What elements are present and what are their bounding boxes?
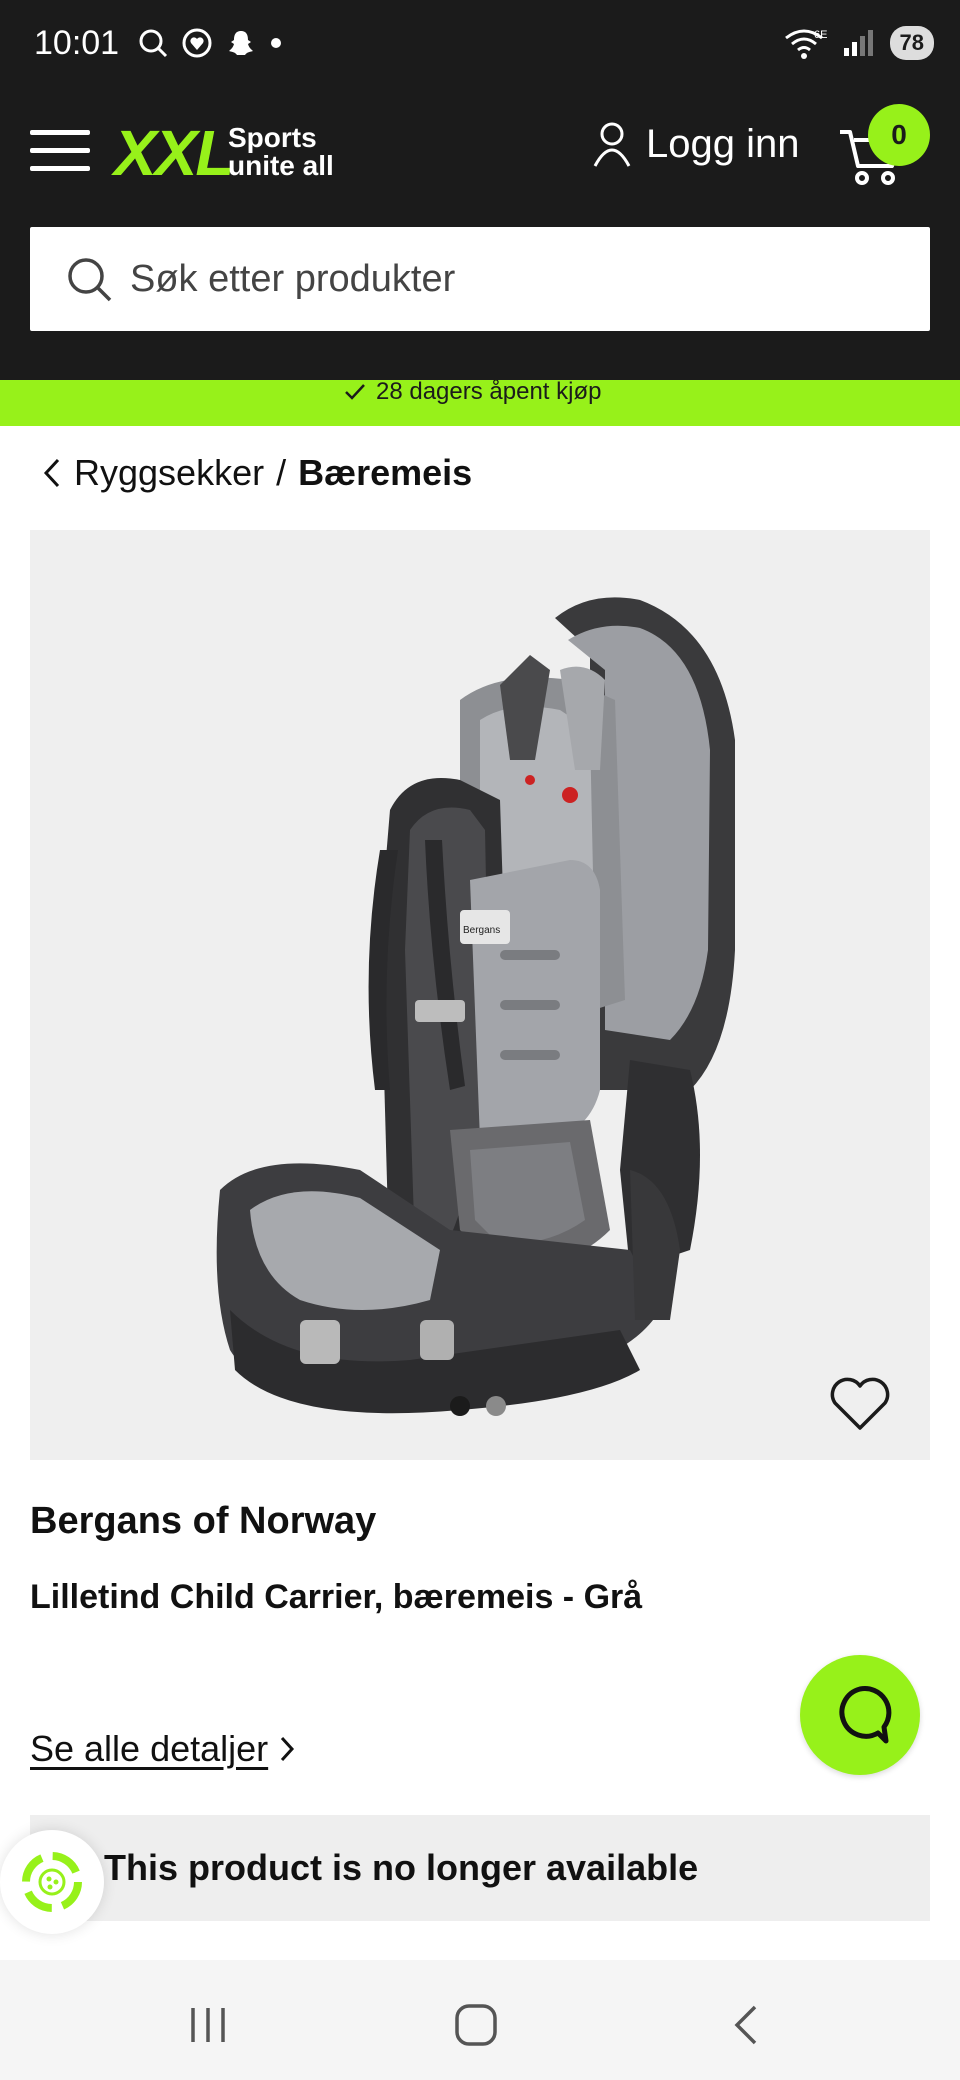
signal-icon <box>843 30 873 56</box>
recent-apps-button[interactable] <box>178 2000 238 2050</box>
promo-content: 28 dagers åpent kjøp <box>344 380 601 406</box>
details-link-label[interactable]: Se alle detaljer <box>30 1728 268 1770</box>
product-image-gallery[interactable]: Bergans <box>30 530 930 1460</box>
product-brand[interactable]: Bergans of Norway <box>30 1500 376 1543</box>
breadcrumb-current: Bæremeis <box>298 452 473 493</box>
promo-banner: 28 dagers åpent kjøp <box>0 380 960 426</box>
availability-message: This product is no longer available <box>104 1847 699 1888</box>
hamburger-icon[interactable] <box>30 130 90 174</box>
check-icon <box>345 384 365 400</box>
product-name: Lilletind Child Carrier, bæremeis - Grå <box>30 1578 643 1616</box>
battery-indicator: 78 <box>889 26 934 60</box>
promo-text: 28 dagers åpent kjøp <box>376 380 602 405</box>
chat-icon <box>839 1686 892 1744</box>
tagline-line2: unite all <box>228 150 334 181</box>
snapchat-icon <box>229 31 253 55</box>
pagination-dot[interactable] <box>486 1396 506 1416</box>
svg-text:6E: 6E <box>814 29 827 41</box>
login-button[interactable]: Logg inn <box>592 120 799 168</box>
system-icons: 6E 78 <box>784 26 934 60</box>
logo[interactable]: XXL <box>114 116 234 190</box>
search-notification-icon <box>139 29 168 58</box>
home-button[interactable] <box>446 2000 506 2050</box>
wifi-icon: 6E <box>784 29 827 59</box>
back-button[interactable] <box>716 2000 776 2050</box>
back-icon <box>734 2005 757 2045</box>
system-nav-bar <box>0 1960 960 2080</box>
chevron-right-icon <box>281 1736 295 1762</box>
logo-tagline: Sports unite all <box>228 124 334 180</box>
see-all-details-link[interactable]: Se alle detaljer <box>30 1728 296 1770</box>
status-time: 10:01 <box>34 24 120 62</box>
product-image: Bergans <box>216 597 735 1414</box>
search-input[interactable] <box>130 257 890 301</box>
cart-count-badge[interactable]: 0 <box>868 104 930 166</box>
pagination-dot-active[interactable] <box>450 1396 470 1416</box>
chat-button[interactable] <box>800 1655 920 1775</box>
breadcrumb: Ryggsekker / Bæremeis <box>40 452 472 494</box>
status-bar: 10:01 6E 78 <box>0 0 960 86</box>
cookie-settings-icon <box>22 1852 82 1912</box>
notification-icons <box>138 28 282 58</box>
image-pagination <box>450 1396 506 1416</box>
breadcrumb-separator: / <box>276 452 287 493</box>
svg-text:Bergans: Bergans <box>463 925 500 936</box>
cookie-settings-button[interactable] <box>0 1830 104 1934</box>
recent-apps-icon <box>191 2008 225 2042</box>
site-header: XXL Sports unite all Logg inn 0 <box>0 86 960 380</box>
availability-notice: This product is no longer available <box>30 1815 930 1921</box>
chevron-left-icon[interactable] <box>40 456 62 490</box>
breadcrumb-parent[interactable]: Ryggsekker <box>74 452 264 494</box>
search-icon <box>68 258 112 302</box>
user-icon <box>593 122 631 167</box>
login-label: Logg inn <box>646 121 800 166</box>
search-bar[interactable] <box>30 227 930 331</box>
heart-notification-icon <box>182 28 212 58</box>
tagline-line1: Sports <box>228 122 317 153</box>
heart-icon[interactable] <box>828 1376 892 1432</box>
home-icon <box>455 2004 497 2046</box>
dot-icon <box>271 38 281 48</box>
